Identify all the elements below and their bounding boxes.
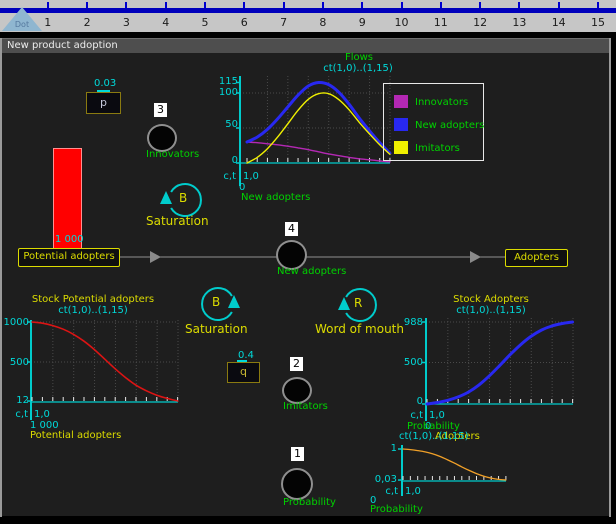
prob-xnote-t0: 1,0 — [405, 486, 421, 497]
loop-saturation-bottom-letter: B — [212, 296, 220, 309]
loop-word-of-mouth-letter: R — [354, 297, 362, 310]
prob-ytick: 0,03 — [359, 474, 397, 485]
flows-chart-subtitle: ct(1,0)..(1,15) — [318, 63, 398, 74]
param-p-value: 0.03 — [94, 78, 116, 89]
stock-pa-ytick: 1000 — [2, 317, 29, 328]
loop-word-of-mouth-arrow-icon — [338, 297, 350, 310]
stock-ad-ytick: 988 — [397, 317, 423, 328]
loop-saturation-bottom-arrow-icon — [228, 295, 240, 308]
flows-ytick: 50 — [212, 119, 238, 130]
loop-saturation-top-label: Saturation — [146, 215, 209, 228]
flows-ytick: 0 — [212, 155, 238, 166]
prob-xnote-ct: c,t — [374, 486, 398, 497]
new-adopters-swatch-icon — [394, 118, 408, 131]
param-q-slider-tick[interactable] — [237, 360, 247, 362]
stock-pa-ytick: 12 — [2, 395, 29, 406]
stock-ad-ytick: 0 — [397, 396, 423, 407]
flows-ytick: 115 — [212, 76, 238, 87]
probability-label: Probability — [283, 497, 336, 508]
stock-ad-chart-title: Stock Adopters — [421, 294, 561, 305]
innovators-node-circle[interactable] — [147, 124, 177, 152]
imitators-label: Imitators — [283, 401, 328, 412]
app-window: 123456789101112131415 Dot New product ad… — [0, 0, 616, 524]
stock-ad-chart-subtitle: ct(1,0)..(1,15) — [421, 305, 561, 316]
stock_adopters-series-0 — [427, 322, 573, 404]
flows-x-name: New adopters — [241, 192, 310, 203]
legend-label: Innovators — [415, 97, 468, 108]
param-q-box[interactable]: q — [227, 362, 260, 383]
param-p-name: p — [100, 96, 107, 109]
legend-label: Imitators — [415, 143, 460, 154]
param-p-box[interactable]: p — [86, 92, 121, 114]
flow-arrowhead-left — [150, 251, 161, 263]
legend-label: New adopters — [415, 120, 484, 131]
potential-adopters-stock-label: Potential adopters — [23, 251, 114, 262]
stock-pa-chart-title: Stock Potential adopters — [23, 294, 163, 305]
probability-series-0 — [403, 449, 506, 480]
loop-saturation-bottom-label: Saturation — [185, 323, 248, 336]
flows-chart-title: Flows — [328, 52, 390, 63]
flows-ytick: 100 — [212, 87, 238, 98]
prob-x-name: Probability — [370, 504, 423, 515]
new-adopters-valve-label: New adopters — [277, 266, 346, 277]
potential-adopters-stock-box[interactable]: Potential adopters — [18, 248, 120, 267]
prob-ytick: 1 — [379, 443, 397, 454]
loop-saturation-top-letter: B — [179, 192, 187, 205]
probability-badge: 1 — [291, 447, 304, 461]
prob-chart-subtitle: ct(1,0)..(1,15) — [399, 431, 469, 442]
new-adopters-badge: 4 — [285, 222, 298, 236]
stock_potential-series-0 — [32, 322, 178, 401]
flows-chart-legend: Innovators New adopters Imitators — [383, 83, 484, 161]
loop-word-of-mouth-label: Word of mouth — [315, 323, 404, 336]
innovators-badge: 3 — [154, 103, 167, 117]
flow-arrowhead-right — [470, 251, 481, 263]
param-p-slider-tick[interactable] — [97, 90, 110, 92]
stock-pa-xnote-ct: c,t — [4, 409, 28, 420]
innovators-swatch-icon — [394, 95, 408, 108]
innovators-label: Innovators — [146, 149, 199, 160]
stock-ad-xnote-t0: 1,0 — [429, 410, 445, 421]
potential-adopters-bar-value: 1 000 — [55, 234, 84, 245]
stock-pa-chart-subtitle: ct(1,0)..(1,15) — [23, 305, 163, 316]
probability-node-circle[interactable] — [281, 468, 313, 500]
stock-pa-xnote-t0: 1,0 — [34, 409, 50, 420]
imitators-badge: 2 — [290, 357, 303, 371]
adopters-stock-box[interactable]: Adopters — [505, 249, 568, 267]
stock-pa-ytick: 500 — [2, 357, 29, 368]
flows-xnote-ct: c,t — [212, 171, 236, 182]
stock-ad-xnote-ct: c,t — [399, 410, 423, 421]
imitators-node-circle[interactable] — [282, 377, 312, 404]
flows-xnote-t0: 1,0 — [243, 171, 259, 182]
param-q-name: q — [240, 365, 247, 378]
adopters-stock-label: Adopters — [514, 252, 559, 263]
stock-ad-ytick: 500 — [397, 357, 423, 368]
stock-pa-x-name: Potential adopters — [30, 430, 121, 441]
loop-saturation-top-arrow-icon — [160, 191, 172, 204]
imitators-swatch-icon — [394, 141, 408, 154]
